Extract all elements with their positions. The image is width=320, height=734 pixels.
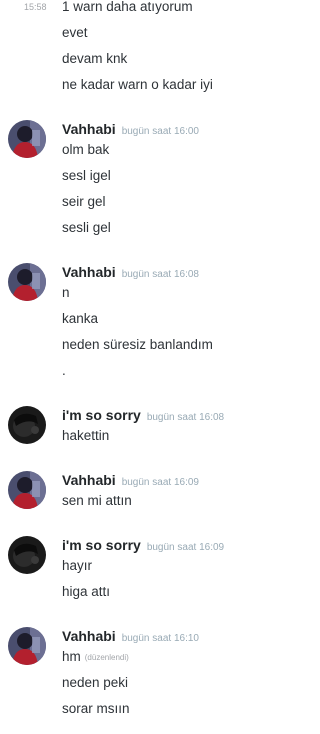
message-text[interactable]: seir gel [62,193,106,211]
vahhabi-avatar[interactable] [8,471,46,509]
sorry-avatar[interactable] [8,536,46,574]
timestamp: bugün saat 16:10 [121,633,199,644]
message-text[interactable]: devam knk [62,50,127,68]
message-header: i'm so sorry bugün saat 16:08 [62,406,224,424]
message-text[interactable]: hayır [62,557,92,575]
sorry-avatar[interactable] [8,406,46,444]
message-header: Vahhabi bugün saat 16:10 [62,627,199,645]
message-text[interactable]: sorar msıın [62,700,130,718]
message-header: Vahhabi bugün saat 16:09 [62,471,199,489]
vahhabi-avatar[interactable] [8,263,46,301]
message-time: 15:58 [24,2,47,12]
message-header: Vahhabi bugün saat 16:08 [62,263,199,281]
timestamp: bugün saat 16:09 [146,542,225,553]
message-text[interactable]: 1 warn daha atıyorum [62,0,193,16]
message-text[interactable]: sesli gel [62,219,111,237]
message-text[interactable]: evet [62,24,88,42]
username[interactable]: Vahhabi [62,472,116,488]
message-header: i'm so sorry bugün saat 16:09 [62,536,224,554]
message-text[interactable]: n [62,284,70,302]
message-text[interactable]: hakettin [62,427,109,445]
username[interactable]: Vahhabi [62,121,116,137]
message-text-content: hm [62,649,81,664]
edited-label: (düzenlendi) [84,653,129,662]
vahhabi-avatar[interactable] [8,120,46,158]
username[interactable]: i'm so sorry [62,537,141,553]
message-text[interactable]: higa attı [62,583,110,601]
message-header: Vahhabi bugün saat 16:00 [62,120,199,138]
message-text[interactable]: kanka [62,310,98,328]
message-text[interactable]: hm (düzenlendi) [62,648,129,667]
message-text[interactable]: ne kadar warn o kadar iyi [62,76,213,94]
timestamp: bugün saat 16:00 [121,126,199,137]
message-text[interactable]: . [62,362,66,380]
username[interactable]: Vahhabi [62,628,116,644]
chat-messages: 15:58 1 warn daha atıyorum evet devam kn… [0,0,306,734]
username[interactable]: Vahhabi [62,264,116,280]
username[interactable]: i'm so sorry [62,407,141,423]
message-text[interactable]: sesl igel [62,167,111,185]
message-text[interactable]: neden süresiz banlandım [62,336,213,354]
message-text[interactable]: neden peki [62,674,128,692]
timestamp: bugün saat 16:09 [121,477,199,488]
message-text[interactable]: olm bak [62,141,109,159]
timestamp: bugün saat 16:08 [146,412,225,423]
vahhabi-avatar[interactable] [8,627,46,665]
timestamp: bugün saat 16:08 [121,269,199,280]
message-text[interactable]: sen mi attın [62,492,132,510]
